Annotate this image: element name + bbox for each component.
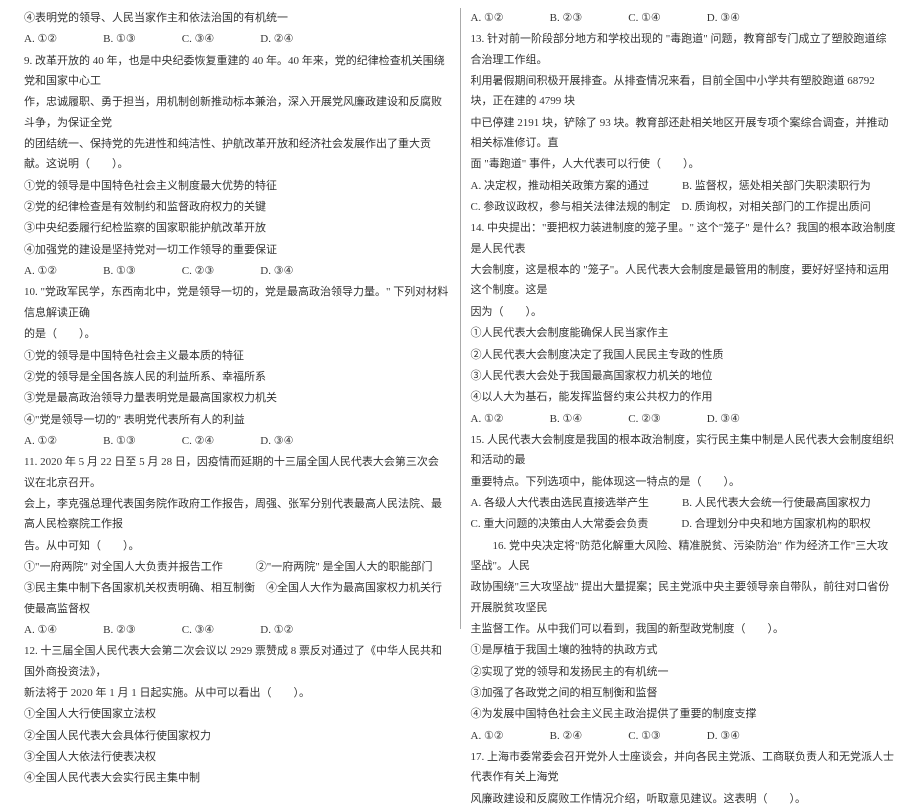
text-line: ③全国人大依法行使表决权 — [24, 747, 450, 767]
text-line: 12. 十三届全国人民代表大会第二次会议以 2929 票赞成 8 票反对通过了《… — [24, 641, 450, 682]
text-line: ③民主集中制下各国家机关权责明确、相互制衡 ④全国人大作为最高国家权力机关行使最… — [24, 578, 450, 619]
option-row: A. ①④ B. ②③ C. ③④ D. ①② — [24, 620, 450, 640]
text-line: ③加强了各政党之间的相互制衡和监督 — [471, 683, 897, 703]
text-line: ④"党是领导一切的" 表明党代表所有人的利益 — [24, 410, 450, 430]
option-a: A. ①④ — [24, 620, 57, 640]
text-line: 14. 中央提出："要把权力装进制度的笼子里。" 这个"笼子" 是什么？我国的根… — [471, 218, 897, 259]
text-line: 因为（ ）。 — [471, 302, 897, 322]
option-c: C. ②③ — [628, 409, 661, 429]
text-line: A. 各级人大代表由选民直接选举产生 B. 人民代表大会统一行使最高国家权力 — [471, 493, 897, 513]
option-d: D. ③④ — [707, 409, 740, 429]
text-line: 面 "毒跑道" 事件，人大代表可以行使（ ）。 — [471, 154, 897, 174]
option-b: B. ②③ — [550, 8, 583, 28]
text-line: 17. 上海市委常委会召开党外人士座谈会，并向各民主党派、工商联负责人和无党派人… — [471, 747, 897, 788]
text-line: 主监督工作。从中我们可以看到，我国的新型政党制度（ ）。 — [471, 619, 897, 639]
text-line: 告。从中可知（ ）。 — [24, 536, 450, 556]
option-a: A. ①② — [471, 726, 504, 746]
text-line: ④为发展中国特色社会主义民主政治提供了重要的制度支撑 — [471, 704, 897, 724]
text-line: 作，忠诚履职、勇于担当，用机制创新推动标本兼治，深入开展党风廉政建设和反腐败斗争… — [24, 92, 450, 133]
text-line: 15. 人民代表大会制度是我国的根本政治制度，实行民主集中制是人民代表大会制度组… — [471, 430, 897, 471]
option-b: B. ①③ — [103, 431, 136, 451]
text-line: C. 参政议政权，参与相关法律法规的制定 D. 质询权，对相关部门的工作提出质问 — [471, 197, 897, 217]
option-row: A. ①② B. ②③ C. ①④ D. ③④ — [471, 8, 897, 28]
option-c: C. ③④ — [182, 29, 215, 49]
right-column: A. ①② B. ②③ C. ①④ D. ③④ 13. 针对前一阶段部分地方和学… — [465, 8, 903, 629]
option-a: A. ①② — [471, 409, 504, 429]
text-line: 利用暑假期间积极开展排查。从排查情况来看，目前全国中小学共有塑胶跑道 68792… — [471, 71, 897, 112]
option-row: A. ①② B. ①③ C. ③④ D. ②④ — [24, 29, 450, 49]
option-row: A. ①② B. ①④ C. ②③ D. ③④ — [471, 409, 897, 429]
option-d: D. ③④ — [707, 726, 740, 746]
column-divider — [460, 8, 461, 629]
option-d: D. ③④ — [260, 431, 293, 451]
text-line: 11. 2020 年 5 月 22 日至 5 月 28 日，因疫情而延期的十三届… — [24, 452, 450, 493]
text-line: ②党的领导是全国各族人民的利益所系、幸福所系 — [24, 367, 450, 387]
option-b: B. ①④ — [550, 409, 583, 429]
option-c: C. ①③ — [628, 726, 661, 746]
text-line: 大会制度，这是根本的 "笼子"。人民代表大会制度是最管用的制度，要好好坚持和运用… — [471, 260, 897, 301]
option-d: D. ①② — [260, 620, 293, 640]
option-b: B. ②④ — [550, 726, 583, 746]
text-line: ①党的领导是中国特色社会主义制度最大优势的特征 — [24, 176, 450, 196]
text-line: ④表明党的领导、人民当家作主和依法治国的有机统一 — [24, 8, 450, 28]
option-c: C. ①④ — [628, 8, 661, 28]
text-line: ②实现了党的领导和发扬民主的有机统一 — [471, 662, 897, 682]
text-line: 9. 改革开放的 40 年，也是中央纪委恢复重建的 40 年。40 年来，党的纪… — [24, 51, 450, 92]
text-line: 重要特点。下列选项中，能体现这一特点的是（ ）。 — [471, 472, 897, 492]
text-line: 新法将于 2020 年 1 月 1 日起实施。从中可以看出（ ）。 — [24, 683, 450, 703]
option-row: A. ①② B. ②④ C. ①③ D. ③④ — [471, 726, 897, 746]
text-line: ②全国人民代表大会具体行使国家权力 — [24, 726, 450, 746]
text-line: 的是（ ）。 — [24, 324, 450, 344]
option-a: A. ①② — [471, 8, 504, 28]
option-a: A. ①② — [24, 261, 57, 281]
option-d: D. ③④ — [707, 8, 740, 28]
text-line: ③党是最高政治领导力量表明党是最高国家权力机关 — [24, 388, 450, 408]
text-line: ①是厚植于我国土壤的独特的执政方式 — [471, 640, 897, 660]
text-line: 16. 党中央决定将"防范化解重大风险、精准脱贫、污染防治" 作为经济工作"三大… — [471, 536, 897, 577]
option-a: A. ①② — [24, 431, 57, 451]
option-d: D. ③④ — [260, 261, 293, 281]
text-line: ②党的纪律检查是有效制约和监督政府权力的关键 — [24, 197, 450, 217]
option-d: D. ②④ — [260, 29, 293, 49]
text-line: ①人民代表大会制度能确保人民当家作主 — [471, 323, 897, 343]
text-line: 风廉政建设和反腐败工作情况介绍，听取意见建议。这表明（ ）。 — [471, 789, 897, 809]
text-line: 13. 针对前一阶段部分地方和学校出现的 "毒跑道" 问题，教育部专门成立了塑胶… — [471, 29, 897, 70]
option-c: C. ②③ — [182, 261, 215, 281]
text-line: 政协围绕"三大攻坚战" 提出大量提案；民主党派中央主要领导亲自带队，前往对口省份… — [471, 577, 897, 618]
option-row: A. ①② B. ①③ C. ②④ D. ③④ — [24, 431, 450, 451]
left-column: ④表明党的领导、人民当家作主和依法治国的有机统一 A. ①② B. ①③ C. … — [18, 8, 456, 629]
exam-page: ④表明党的领导、人民当家作主和依法治国的有机统一 A. ①② B. ①③ C. … — [0, 0, 920, 637]
option-b: B. ①③ — [103, 29, 136, 49]
option-a: A. ①② — [24, 29, 57, 49]
text-line: ①党的领导是中国特色社会主义最本质的特征 — [24, 346, 450, 366]
option-c: C. ②④ — [182, 431, 215, 451]
text-line: C. 重大问题的决策由人大常委会负责 D. 合理划分中央和地方国家机构的职权 — [471, 514, 897, 534]
text-line: 中已停建 2191 块，铲除了 93 块。教育部还赴相关地区开展专项个案综合调查… — [471, 113, 897, 154]
option-b: B. ②③ — [103, 620, 136, 640]
text-line: ①"一府两院" 对全国人大负责并报告工作 ②"一府两院" 是全国人大的职能部门 — [24, 557, 450, 577]
text-line: ④加强党的建设是坚持党对一切工作领导的重要保证 — [24, 240, 450, 260]
text-line: ①全国人大行使国家立法权 — [24, 704, 450, 724]
text-line: ④全国人民代表大会实行民主集中制 — [24, 768, 450, 788]
text-line: ③人民代表大会处于我国最高国家权力机关的地位 — [471, 366, 897, 386]
option-b: B. ①③ — [103, 261, 136, 281]
text-line: 10. "党政军民学，东西南北中，党是领导一切的，党是最高政治领导力量。" 下列… — [24, 282, 450, 323]
text-line: 的团结统一、保持党的先进性和纯洁性、护航改革开放和经济社会发展作出了重大贡献。这… — [24, 134, 450, 175]
text-line: ③中央纪委履行纪检监察的国家职能护航改革开放 — [24, 218, 450, 238]
text-line: 会上，李克强总理代表国务院作政府工作报告，周强、张军分别代表最高人民法院、最高人… — [24, 494, 450, 535]
text-line: A. 决定权，推动相关政策方案的通过 B. 监督权，惩处相关部门失职渎职行为 — [471, 176, 897, 196]
option-c: C. ③④ — [182, 620, 215, 640]
text-line: ②人民代表大会制度决定了我国人民民主专政的性质 — [471, 345, 897, 365]
text-line: ④以人大为基石，能发挥监督约束公共权力的作用 — [471, 387, 897, 407]
option-row: A. ①② B. ①③ C. ②③ D. ③④ — [24, 261, 450, 281]
